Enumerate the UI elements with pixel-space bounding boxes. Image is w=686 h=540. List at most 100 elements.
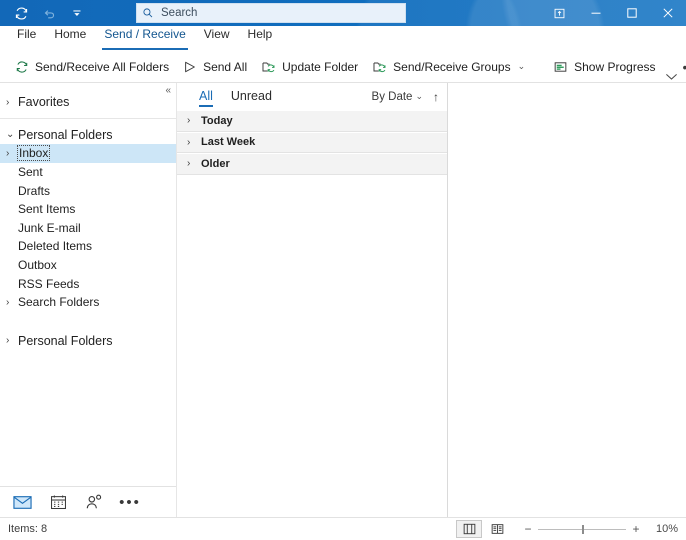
folder-label: Search Folders — [18, 295, 100, 310]
zoom-out-button[interactable]: − — [524, 523, 532, 535]
status-bar-right: − + 10% — [456, 520, 686, 538]
chevron-down-icon: ⌄ — [415, 91, 423, 101]
ribbon-toolbar: Send/Receive All Folders Send All Update… — [0, 51, 686, 83]
sync-icon — [15, 60, 29, 74]
minimize-button[interactable] — [578, 0, 614, 26]
window-controls — [540, 0, 686, 26]
chevron-right-icon: › — [6, 296, 10, 308]
calendar-icon[interactable] — [44, 490, 72, 514]
filter-label: All — [199, 88, 213, 103]
folder-item-outbox[interactable]: Outbox — [0, 256, 176, 275]
collapse-ribbon-icon[interactable] — [665, 72, 678, 81]
folder-item-inbox[interactable]: › Inbox — [0, 144, 176, 163]
send-receive-groups-icon — [372, 60, 387, 74]
update-folder-icon — [261, 60, 276, 74]
folder-label: Drafts — [18, 183, 51, 198]
tab-help[interactable]: Help — [239, 27, 282, 51]
folder-item-personal-folders[interactable]: ⌄ Personal Folders — [0, 126, 176, 145]
folder-item-drafts[interactable]: Drafts — [0, 181, 176, 200]
ribbon-display-options-button[interactable] — [540, 0, 578, 26]
filter-unread[interactable]: Unread — [231, 89, 272, 105]
folder-item-junk-email[interactable]: Junk E-mail — [0, 219, 176, 238]
chevron-down-icon: ⌄ — [517, 61, 526, 71]
search-box[interactable] — [136, 3, 406, 23]
search-input[interactable] — [161, 7, 371, 19]
ribbon-button-label: Show Progress — [574, 59, 656, 74]
folder-item-personal-folders-2[interactable]: › Personal Folders — [0, 332, 176, 351]
group-label: Older — [201, 157, 230, 170]
undo-icon[interactable] — [36, 2, 62, 24]
sort-label: By Date — [371, 90, 413, 103]
collapse-folder-pane-icon[interactable]: « — [165, 86, 171, 96]
send-receive-groups-button[interactable]: Send/Receive Groups ⌄ — [365, 55, 532, 79]
tab-send-receive[interactable]: Send / Receive — [95, 27, 194, 51]
more-navigation-icon[interactable]: ••• — [116, 490, 144, 514]
sort-by-dropdown[interactable]: By Date ⌄ — [372, 91, 423, 103]
tab-home[interactable]: Home — [45, 27, 95, 51]
mail-icon[interactable] — [8, 490, 36, 514]
search-bar[interactable] — [136, 3, 406, 23]
sort-direction-icon[interactable]: ↑ — [433, 91, 439, 103]
tab-label: Help — [247, 27, 273, 41]
close-button[interactable] — [650, 0, 686, 26]
zoom-control[interactable]: − + 10% — [524, 523, 678, 535]
send-receive-all-folders-icon[interactable] — [8, 2, 34, 24]
message-list-body — [177, 174, 447, 517]
folder-label: Sent Items — [18, 202, 76, 217]
folder-item-rss-feeds[interactable]: RSS Feeds — [0, 274, 176, 293]
tab-label: View — [203, 27, 230, 41]
folder-item-deleted-items[interactable]: Deleted Items — [0, 237, 176, 256]
folder-item-sent-items[interactable]: Sent Items — [0, 200, 176, 219]
message-list-pane: All Unread By Date ⌄ ↑ › Today › Last We… — [177, 83, 448, 517]
normal-view-button[interactable] — [456, 520, 482, 538]
send-receive-all-folders-button[interactable]: Send/Receive All Folders — [8, 55, 176, 79]
folder-item-favorites[interactable]: › Favorites — [0, 93, 176, 112]
zoom-slider[interactable] — [538, 524, 626, 534]
show-progress-button[interactable]: Show Progress — [546, 55, 662, 79]
message-group-last-week[interactable]: › Last Week — [177, 131, 447, 153]
folder-label: RSS Feeds — [18, 276, 80, 291]
folder-label: Junk E-mail — [18, 220, 81, 235]
send-all-button[interactable]: Send All — [176, 55, 254, 79]
tab-label: File — [17, 27, 37, 41]
zoom-slider-handle[interactable] — [582, 524, 584, 534]
reading-pane — [448, 83, 686, 517]
chevron-right-icon: › — [187, 158, 191, 170]
zoom-in-button[interactable]: + — [632, 523, 640, 535]
tab-view[interactable]: View — [195, 27, 239, 51]
folder-label: Sent — [18, 165, 43, 180]
maximize-button[interactable] — [614, 0, 650, 26]
message-list-header: All Unread By Date ⌄ ↑ — [177, 83, 447, 110]
folder-label: Deleted Items — [18, 239, 93, 254]
folder-tree: › Favorites ⌄ Personal Folders › Inbox S… — [0, 83, 176, 486]
send-icon — [183, 60, 197, 74]
ribbon-button-label: Send All — [203, 59, 248, 74]
ribbon-button-label: Update Folder — [282, 59, 359, 74]
folder-label: Personal Folders — [18, 333, 113, 348]
message-group-older[interactable]: › Older — [177, 153, 447, 175]
chevron-right-icon: › — [6, 147, 10, 159]
reading-view-button[interactable] — [484, 520, 510, 538]
main-area: « › Favorites ⌄ Personal Folders › Inbox… — [0, 83, 686, 517]
folder-pane: « › Favorites ⌄ Personal Folders › Inbox… — [0, 83, 177, 517]
module-navigation-bar: ••• — [0, 486, 176, 517]
filter-all[interactable]: All — [199, 88, 213, 107]
ribbon-button-label: Send/Receive All Folders — [35, 59, 170, 74]
title-bar — [0, 0, 686, 26]
message-group-today[interactable]: › Today — [177, 110, 447, 132]
tab-file[interactable]: File — [8, 27, 45, 51]
customize-quick-access-toolbar-icon[interactable] — [64, 2, 90, 24]
status-bar: Items: 8 − + 10% — [0, 517, 686, 540]
tab-label: Send / Receive — [104, 27, 186, 41]
chevron-right-icon: › — [6, 335, 10, 347]
zoom-level-label[interactable]: 10% — [646, 523, 678, 535]
chevron-right-icon: › — [6, 96, 10, 108]
folder-label: Personal Folders — [18, 127, 113, 142]
search-icon — [142, 7, 154, 19]
folder-item-search-folders[interactable]: › Search Folders — [0, 293, 176, 312]
people-icon[interactable] — [80, 490, 108, 514]
update-folder-button[interactable]: Update Folder — [254, 55, 365, 79]
show-progress-icon — [553, 60, 568, 74]
ribbon-tabs: File Home Send / Receive View Help — [0, 26, 686, 51]
folder-item-sent[interactable]: Sent — [0, 163, 176, 182]
